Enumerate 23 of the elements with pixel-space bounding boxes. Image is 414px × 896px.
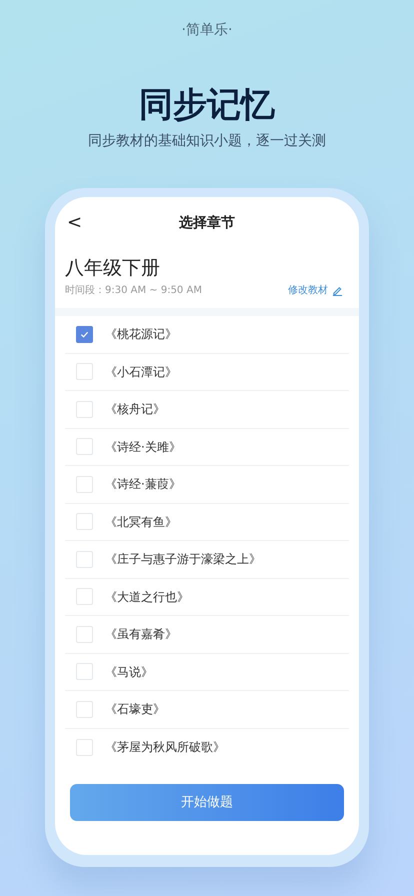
headline: 同步记忆 — [138, 84, 276, 127]
chapter-label[interactable]: 《虽有嘉肴》 — [105, 625, 177, 644]
subtitle: 同步教材的基础知识小题，逐一过关测 — [87, 132, 327, 151]
checkbox[interactable] — [76, 326, 93, 343]
grade-title: 八年级下册 — [64, 256, 161, 281]
back-button[interactable]: < — [63, 209, 86, 236]
check-icon — [80, 330, 89, 339]
chapter-label[interactable]: 《茅屋为秋风所破歌》 — [105, 738, 225, 756]
chapter-label[interactable]: 《小石潭记》 — [105, 362, 177, 381]
chapter-label[interactable]: 《马说》 — [105, 662, 153, 681]
page-title: 选择章节 — [179, 214, 235, 232]
chapter-label[interactable]: 《石壕吏》 — [105, 700, 165, 718]
chapter-label[interactable]: 《核舟记》 — [105, 400, 165, 418]
time-range: 时间段：9:30 AM ~ 9:50 AM — [65, 284, 202, 298]
chapter-label[interactable]: 《诗经·蒹葭》 — [105, 475, 181, 494]
chapter-label[interactable]: 《庄子与惠子游于濠梁之上》 — [105, 550, 261, 568]
chapter-label[interactable]: 《北冥有鱼》 — [105, 512, 177, 531]
pencil-icon — [332, 285, 343, 296]
chapter-label[interactable]: 《大道之行也》 — [105, 588, 189, 606]
chapter-label[interactable]: 《诗经·关雎》 — [105, 438, 181, 456]
tagline: ·简单乐· — [180, 21, 234, 40]
edit-textbook-link[interactable]: 修改教材 — [288, 283, 328, 298]
chapter-label[interactable]: 《桃花源记》 — [105, 325, 177, 344]
